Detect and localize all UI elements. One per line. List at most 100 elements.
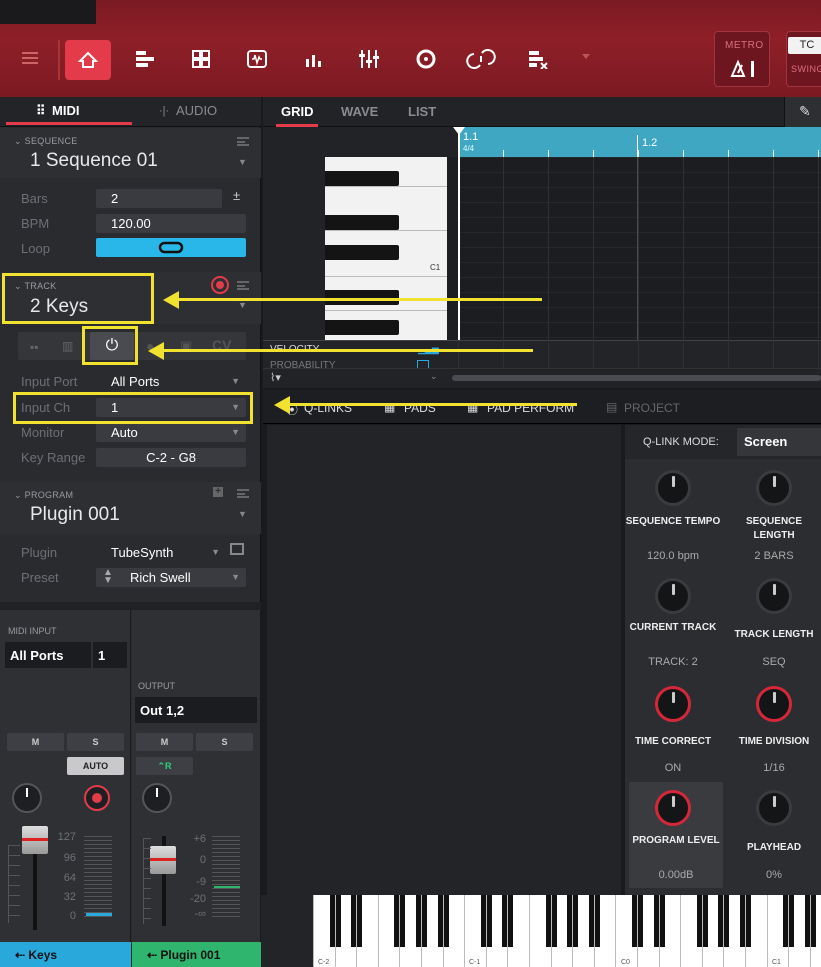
- preset-stepper-icon[interactable]: ▲ ▼: [103, 568, 113, 586]
- strip-name-plugin[interactable]: ⇠ Plugin 001: [132, 942, 261, 967]
- fader-scale-keys: [8, 845, 20, 923]
- channel-mixer-icon[interactable]: [356, 46, 382, 72]
- automation-read-label: R: [165, 761, 172, 771]
- program-menu-icon[interactable]: [237, 489, 249, 498]
- key-range-field[interactable]: C-2 - G8: [96, 448, 246, 467]
- input-port-value: All Ports: [111, 374, 160, 389]
- pan-knob-keys[interactable]: [12, 783, 42, 813]
- meter-level-keys: [86, 913, 112, 916]
- fader-scale-plugin: [143, 838, 151, 924]
- tc-label: TC: [788, 37, 821, 54]
- loop-toggle[interactable]: [96, 238, 246, 257]
- strip-name-keys[interactable]: ⇠ Keys: [0, 942, 131, 967]
- lane-automation-icon[interactable]: ⌇▾: [270, 371, 281, 384]
- fader-keys[interactable]: [22, 826, 48, 854]
- input-ch-arrow: [290, 403, 577, 406]
- knob-sequence-tempo[interactable]: [655, 470, 691, 506]
- sequence-title[interactable]: 1 Sequence 01: [30, 150, 158, 172]
- track-arrow: [178, 298, 542, 301]
- track-dropdown-icon[interactable]: ▼: [238, 300, 247, 310]
- key-range-label: Key Range: [21, 450, 86, 465]
- sequence-dropdown-icon[interactable]: ▼: [238, 157, 247, 167]
- mute-button-plugin[interactable]: M: [136, 733, 193, 751]
- solo-button-plugin[interactable]: S: [196, 733, 253, 751]
- pad-grid-icon[interactable]: [188, 46, 214, 72]
- knob-sequence-length[interactable]: [756, 470, 792, 506]
- bpm-field[interactable]: 120.00: [96, 214, 246, 233]
- knob-time-division[interactable]: [756, 686, 792, 722]
- knob-track-length[interactable]: [756, 578, 792, 614]
- plus-minus-icon[interactable]: ±: [233, 188, 240, 203]
- midi-input-port-field[interactable]: All Ports: [5, 642, 91, 668]
- knob-time-correct[interactable]: [655, 686, 691, 722]
- toolbar-more-chevron-icon[interactable]: [582, 54, 590, 59]
- horizontal-scrollbar[interactable]: [452, 375, 821, 381]
- tab-project[interactable]: ▤ PROJECT: [606, 399, 686, 417]
- keygroup-track-icon[interactable]: ▥: [62, 339, 73, 353]
- automation-read-button[interactable]: ⌃ R: [136, 757, 193, 775]
- tab-qlinks[interactable]: ⦿ Q-LINKS: [280, 399, 360, 417]
- open-plugin-icon[interactable]: [230, 543, 244, 555]
- lane-chevron-icon[interactable]: ⌄: [430, 371, 438, 382]
- tab-wave[interactable]: WAVE: [341, 104, 378, 119]
- sample-edit-icon[interactable]: [244, 46, 270, 72]
- mute-button-keys[interactable]: M: [7, 733, 64, 751]
- pencil-icon: ✎: [799, 103, 811, 119]
- input-port-field[interactable]: All Ports ▼: [96, 372, 246, 391]
- tab-midi[interactable]: ⠿ MIDI: [0, 97, 132, 127]
- black-key[interactable]: [325, 171, 399, 186]
- home-button[interactable]: [65, 40, 111, 80]
- tab-pads[interactable]: ▦ PADS: [384, 399, 444, 417]
- scale-96: 96: [63, 852, 76, 864]
- pencil-tool-button[interactable]: ✎: [784, 97, 821, 127]
- looper-icon[interactable]: [465, 46, 497, 72]
- metronome-button[interactable]: METRO: [714, 31, 770, 87]
- preset-field[interactable]: Rich Swell ▼: [96, 568, 246, 587]
- knob-program-level[interactable]: [655, 790, 691, 826]
- output-field[interactable]: Out 1,2: [135, 697, 257, 723]
- drum-track-icon[interactable]: ▪▪: [30, 340, 39, 354]
- record-disc-icon[interactable]: [413, 46, 439, 72]
- black-key[interactable]: [325, 245, 399, 260]
- black-key[interactable]: [325, 320, 399, 335]
- sequence-menu-icon[interactable]: [237, 137, 249, 146]
- solo-button-keys[interactable]: S: [67, 733, 124, 751]
- scale-64: 64: [63, 872, 76, 884]
- record-monitor-button[interactable]: [84, 785, 110, 811]
- white-key-divider: [486, 895, 487, 967]
- bars-field[interactable]: 2: [96, 189, 222, 208]
- clear-track-icon[interactable]: [525, 46, 551, 72]
- probability-label: PROBABILITY: [270, 360, 336, 368]
- plugin-field[interactable]: TubeSynth ▼: [96, 543, 224, 562]
- black-key[interactable]: [325, 215, 399, 230]
- tab-list[interactable]: LIST: [408, 104, 436, 119]
- program-section-label[interactable]: ⌄ PROGRAM: [14, 490, 73, 501]
- program-dropdown-icon[interactable]: ▼: [238, 509, 247, 519]
- knob-playhead[interactable]: [756, 790, 792, 826]
- track-view-icon[interactable]: [132, 46, 158, 72]
- menu-icon[interactable]: [22, 52, 38, 64]
- mixer-icon[interactable]: [301, 46, 327, 72]
- note-grid[interactable]: [458, 157, 821, 340]
- knob-current-track[interactable]: [655, 578, 691, 614]
- timing-correct-button[interactable]: TC SWING: [786, 31, 821, 87]
- record-arm-button[interactable]: [211, 276, 229, 294]
- key-c1-label: C1: [430, 263, 441, 272]
- chevron-down-icon: ⌄: [14, 136, 22, 146]
- add-program-icon[interactable]: +: [213, 487, 223, 497]
- white-key-divider: [378, 895, 379, 967]
- tab-grid[interactable]: GRID: [281, 104, 314, 119]
- qlink-mode-select[interactable]: Screen: [737, 428, 821, 456]
- input-ch-highlight: [13, 392, 253, 424]
- tab-pad-perform[interactable]: ▦ PAD PERFORM: [467, 399, 582, 417]
- plugin-track-arrow: [164, 349, 533, 352]
- midi-input-ch-field[interactable]: 1: [93, 642, 127, 668]
- program-title[interactable]: Plugin 001: [30, 504, 120, 526]
- fader-plugin[interactable]: [150, 846, 176, 874]
- auto-button[interactable]: AUTO: [67, 757, 124, 775]
- pan-knob-plugin[interactable]: [142, 783, 172, 813]
- tab-audio[interactable]: ·|· AUDIO: [131, 97, 261, 127]
- monitor-field[interactable]: Auto ▼: [96, 423, 246, 442]
- track-menu-icon[interactable]: [237, 281, 249, 290]
- sequence-section-label[interactable]: ⌄ SEQUENCE: [14, 136, 78, 147]
